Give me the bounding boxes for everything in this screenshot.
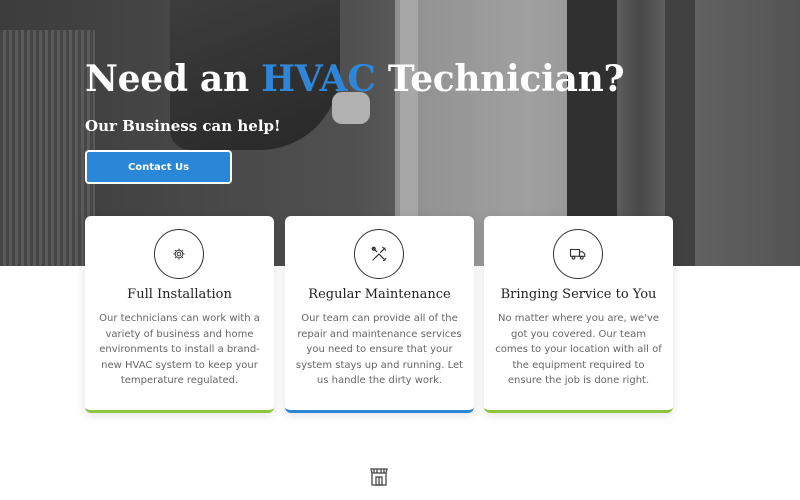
service-icon-ring [154,229,204,279]
service-card-title: Bringing Service to You [500,287,657,302]
truck-icon [569,248,586,260]
hero-title: Need an HVAC Technician? [85,58,625,100]
service-card-regular-maintenance: Regular Maintenance Our team can provide… [285,216,474,413]
hero-title-prefix: Need an [85,58,262,100]
service-icon-ring [553,229,603,279]
service-icon-ring [354,229,404,279]
tools-icon [371,246,387,262]
service-card-bringing-service: Bringing Service to You No matter where … [484,216,673,413]
hero-title-suffix: Technician? [375,58,625,100]
service-card-text: Our team can provide all of the repair a… [295,313,464,386]
service-card-full-installation: Full Installation Our technicians can wo… [85,216,274,413]
storefront-icon [370,468,388,486]
service-card-title: Full Installation [127,287,232,302]
contact-us-button[interactable]: Contact Us [85,150,232,184]
hero-subtitle: Our Business can help! [85,117,281,135]
service-card-title: Regular Maintenance [308,287,451,302]
gear-icon [173,248,185,260]
hero-title-accent: HVAC [261,58,376,100]
service-card-text: Our technicians can work with a variety … [99,313,260,386]
service-card-text: No matter where you are, we've got you c… [495,313,662,386]
